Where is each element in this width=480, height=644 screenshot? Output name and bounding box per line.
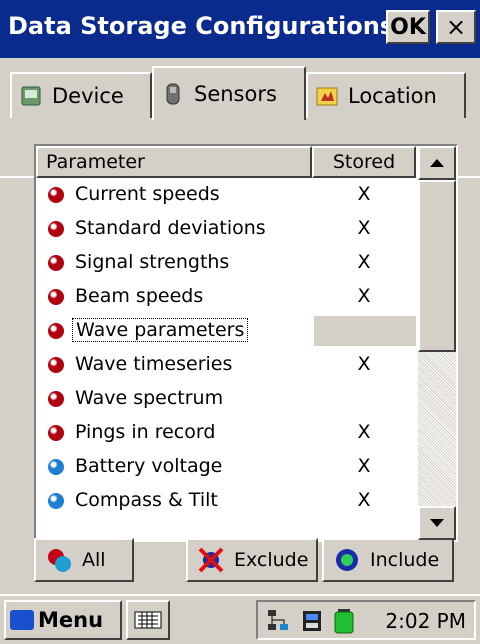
title-bar: Data Storage Configurations OK ×	[0, 0, 480, 58]
device-icon	[20, 85, 42, 107]
list-item[interactable]: Current speeds X	[36, 178, 416, 212]
parameter-label: Pings in record	[75, 421, 216, 443]
sensor-dot-icon	[48, 357, 64, 373]
battery-icon[interactable]	[332, 608, 356, 634]
exclude-button-label: Exclude	[234, 549, 309, 571]
vertical-scrollbar[interactable]	[418, 146, 456, 540]
tab-strip: Device Sensors Location	[0, 58, 480, 178]
stored-value: X	[357, 489, 371, 511]
sensors-panel: Parameter Stored Current speeds X Standard…	[10, 120, 470, 582]
include-button-label: Include	[370, 549, 440, 571]
parameter-label: Wave parameters	[72, 318, 249, 342]
include-icon	[334, 547, 360, 573]
parameter-label: Signal strengths	[75, 251, 230, 273]
parameter-label: Compass & Tilt	[75, 489, 218, 511]
column-header-parameter[interactable]: Parameter	[36, 146, 312, 178]
stored-value: X	[357, 217, 371, 239]
stored-value: X	[357, 421, 371, 443]
system-tray: 2:02 PM	[256, 600, 476, 640]
sensor-dot-icon	[48, 187, 64, 203]
tab-location[interactable]: Location	[306, 72, 466, 118]
sensors-icon	[162, 83, 184, 105]
stored-value: X	[357, 251, 371, 273]
stored-value: X	[357, 353, 371, 375]
exclude-icon	[198, 547, 224, 573]
list-item[interactable]: Signal strengths X	[36, 246, 416, 280]
keyboard-button[interactable]	[126, 600, 170, 640]
list-item[interactable]: Compass & Tilt X	[36, 484, 416, 518]
sensor-dot-icon	[48, 425, 64, 441]
ok-button[interactable]: OK	[386, 10, 430, 44]
sensor-dot-icon	[48, 493, 64, 509]
stored-value: X	[357, 183, 371, 205]
tab-sensors-label: Sensors	[194, 82, 277, 106]
tab-device[interactable]: Device	[10, 72, 152, 118]
tab-sensors[interactable]: Sensors	[152, 66, 306, 120]
parameter-label: Wave spectrum	[75, 387, 224, 409]
arrow-up-icon	[430, 159, 444, 167]
start-menu-label: Menu	[38, 608, 104, 632]
sensor-dot-icon	[48, 221, 64, 237]
windows-logo-icon	[10, 610, 34, 630]
storage-card-icon[interactable]	[300, 608, 324, 634]
parameter-label: Current speeds	[75, 183, 220, 205]
scroll-up-button[interactable]	[418, 146, 456, 180]
list-item[interactable]: Battery voltage X	[36, 450, 416, 484]
network-icon[interactable]	[266, 608, 290, 634]
list-item[interactable]: Wave timeseries X	[36, 348, 416, 382]
sensor-dot-icon	[48, 391, 64, 407]
include-button[interactable]: Include	[322, 538, 454, 582]
clock[interactable]: 2:02 PM	[385, 609, 466, 633]
tab-location-label: Location	[348, 84, 437, 108]
list-item[interactable]: Wave parameters	[36, 314, 416, 348]
list-item[interactable]: Beam speeds X	[36, 280, 416, 314]
all-button[interactable]: All	[34, 538, 134, 582]
list-item[interactable]: Pings in record X	[36, 416, 416, 450]
sensor-dot-icon	[48, 323, 64, 339]
all-button-label: All	[82, 549, 106, 571]
parameter-label: Standard deviations	[75, 217, 266, 239]
stored-value: X	[357, 285, 371, 307]
scrollbar-thumb[interactable]	[418, 180, 456, 352]
taskbar: Menu 2:02 PM	[0, 594, 480, 644]
selection-highlight	[314, 316, 416, 346]
parameter-label: Battery voltage	[75, 455, 223, 477]
column-header-stored[interactable]: Stored	[312, 146, 416, 178]
window-title: Data Storage Configurations	[8, 12, 395, 40]
sensor-dot-icon	[48, 255, 64, 271]
list-rows: Current speeds X Standard deviations X Signa…	[36, 178, 416, 518]
parameter-label: Wave timeseries	[75, 353, 233, 375]
scroll-down-button[interactable]	[418, 506, 456, 540]
start-menu-button[interactable]: Menu	[4, 600, 122, 640]
all-icon	[46, 547, 72, 573]
keyboard-icon	[134, 611, 162, 629]
close-button[interactable]: ×	[436, 10, 476, 44]
stored-value: X	[357, 455, 371, 477]
tab-device-label: Device	[52, 84, 124, 108]
list-header: Parameter Stored	[36, 146, 416, 178]
arrow-down-icon	[430, 519, 444, 527]
sensor-dot-icon	[48, 459, 64, 475]
exclude-button[interactable]: Exclude	[186, 538, 318, 582]
sensor-dot-icon	[48, 289, 64, 305]
parameter-list[interactable]: Parameter Stored Current speeds X Standard…	[34, 144, 458, 542]
parameter-label: Beam speeds	[75, 285, 204, 307]
list-item[interactable]: Wave spectrum	[36, 382, 416, 416]
list-item[interactable]: Standard deviations X	[36, 212, 416, 246]
location-icon	[316, 85, 338, 107]
